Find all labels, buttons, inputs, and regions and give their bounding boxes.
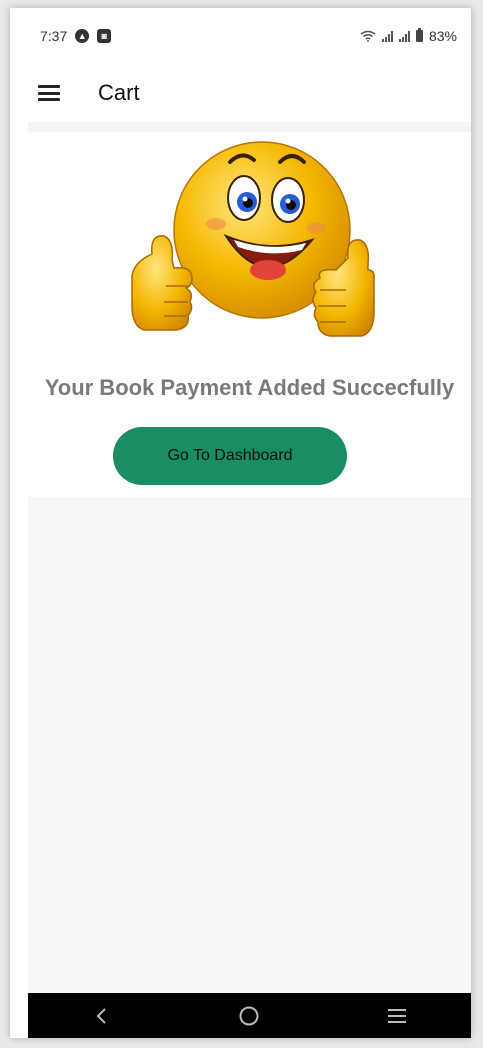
status-bar: 7:37 ▲ ◙ 83% (10, 8, 471, 64)
phone-screen: 7:37 ▲ ◙ 83% Cart Your Book Payment Adde… (10, 8, 471, 1038)
back-icon[interactable] (82, 996, 122, 1036)
android-auto-icon: ▲ (75, 29, 90, 43)
thumbs-up-smiley-icon (131, 141, 375, 337)
recent-apps-icon[interactable] (377, 996, 417, 1036)
hamburger-menu-icon[interactable] (38, 85, 60, 101)
payment-success-card: Your Book Payment Added Succecfully Go T… (28, 132, 471, 497)
signal-icon-1 (381, 30, 393, 42)
page-title: Cart (98, 80, 140, 105)
battery-icon (415, 28, 423, 42)
empty-content-area (28, 497, 471, 993)
go-to-dashboard-button[interactable]: Go To Dashboard (113, 427, 347, 485)
app-notification-icon: ◙ (97, 29, 112, 43)
home-icon[interactable] (229, 996, 269, 1036)
battery-percent: 83% (428, 28, 457, 44)
wifi-icon (360, 30, 376, 42)
status-right: 83% (360, 28, 457, 44)
app-bar: Cart (10, 64, 471, 122)
status-left: 7:37 ▲ ◙ (40, 28, 112, 44)
status-time: 7:37 (40, 28, 68, 44)
content-divider (28, 122, 471, 132)
signal-icon-2 (398, 30, 410, 42)
success-message: Your Book Payment Added Succecfully (44, 375, 455, 400)
system-nav-bar (28, 993, 471, 1038)
